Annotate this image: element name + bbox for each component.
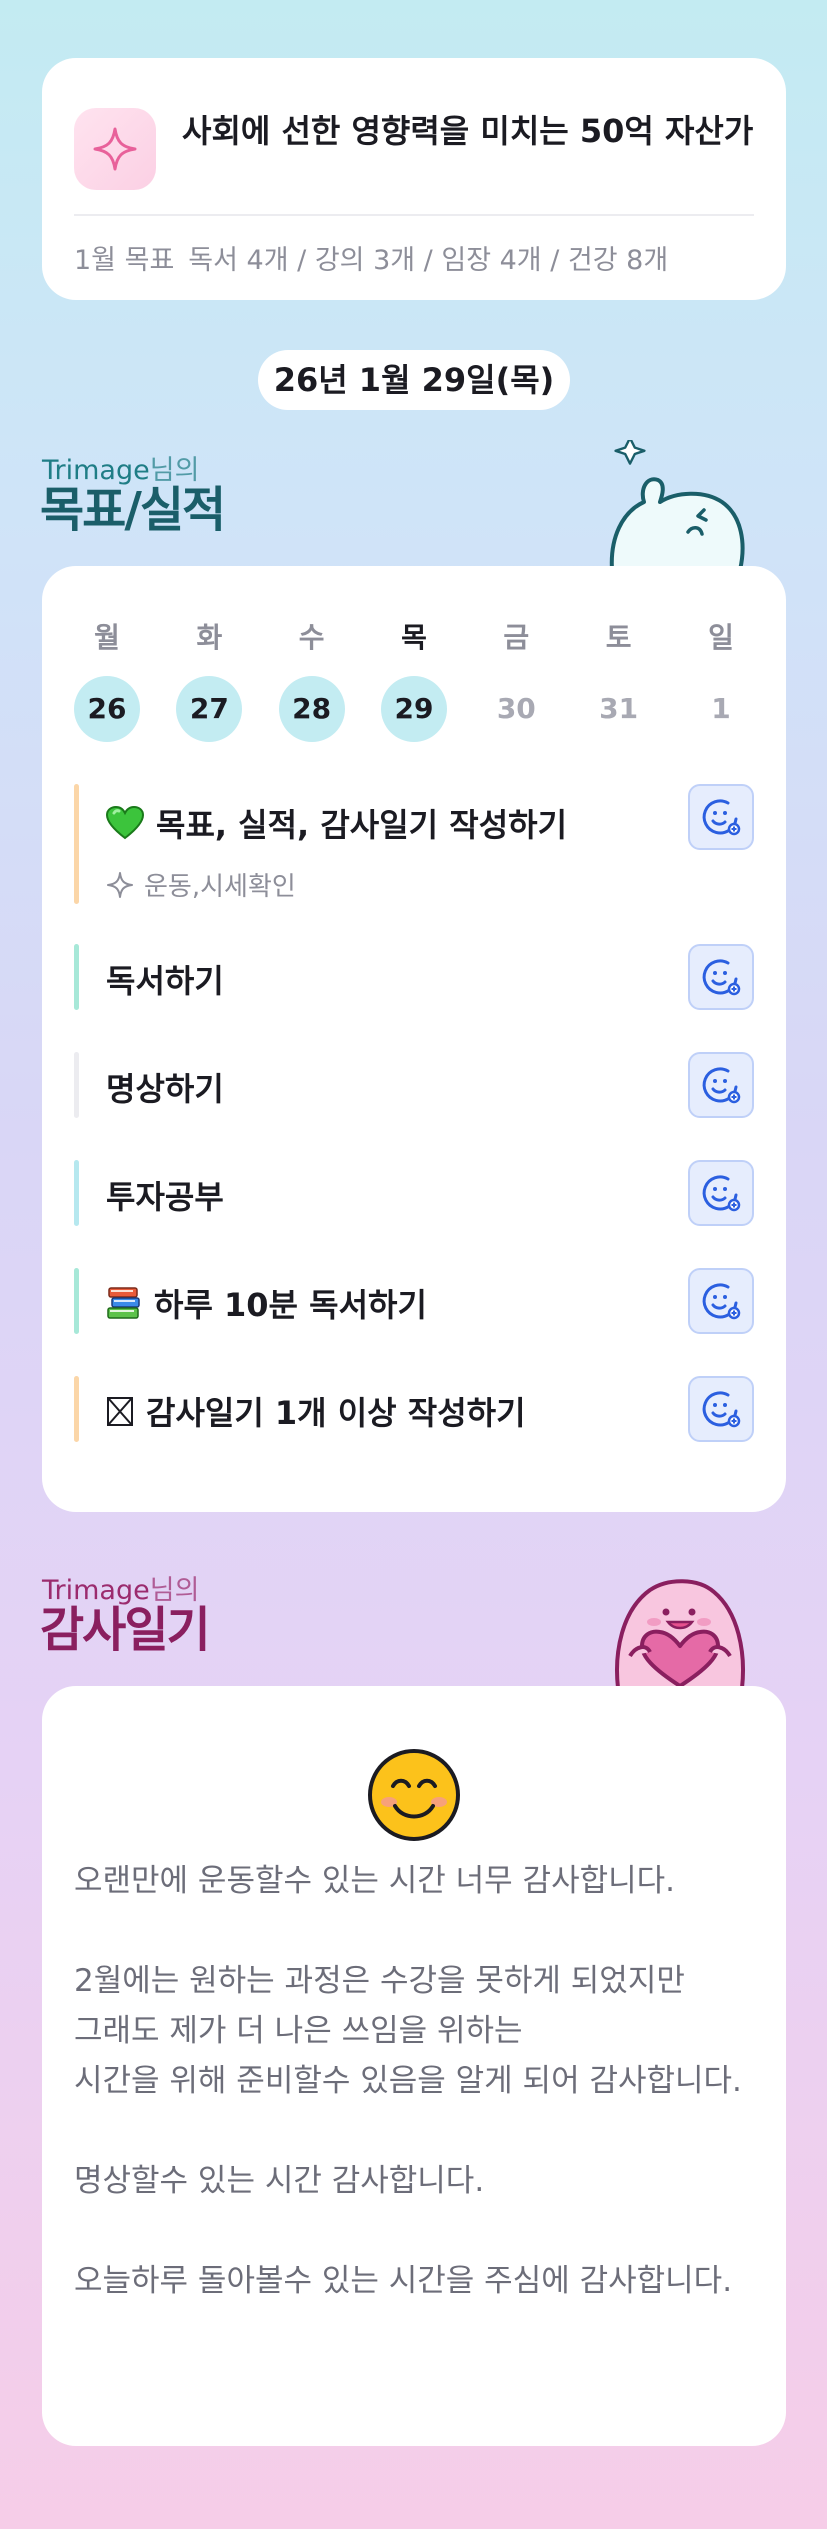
day-name: 화 [196, 621, 223, 654]
day-name: 수 [298, 621, 325, 654]
day-name: 일 [708, 621, 734, 654]
reaction-button[interactable] [688, 784, 754, 850]
day-mon[interactable]: 월 26 [74, 616, 140, 742]
date-selector[interactable]: 26년 1월 29일(목) [258, 350, 570, 410]
task-color-bar [74, 1052, 79, 1118]
day-wed[interactable]: 수 28 [278, 616, 345, 742]
day-thu[interactable]: 목 29 [380, 616, 447, 742]
smile-plus-icon [702, 799, 741, 836]
task-title: 하루 10분 독서하기 [106, 1280, 427, 1326]
day-sat[interactable]: 토 31 [586, 616, 652, 742]
green-heart-icon [106, 806, 144, 840]
day-name: 목 [401, 621, 427, 654]
day-date: 28 [278, 676, 345, 742]
task-title: 목표, 실적, 감사일기 작성하기 [106, 800, 567, 846]
task-note-text: 운동,시세확인 [144, 872, 296, 902]
day-name: 금 [503, 621, 530, 654]
reaction-button[interactable] [688, 1160, 754, 1226]
day-date: 1 [711, 692, 731, 725]
smile-plus-icon [702, 1067, 741, 1104]
task-item[interactable]: 독서하기 [74, 944, 754, 1010]
task-color-bar [74, 944, 79, 1010]
task-item[interactable]: 하루 10분 독서하기 [74, 1268, 754, 1334]
task-title: 감사일기 1개 이상 작성하기 [106, 1388, 526, 1434]
task-item[interactable]: 감사일기 1개 이상 작성하기 [74, 1376, 754, 1442]
ballot-box-x-icon [106, 1395, 134, 1427]
goal-title: 사회에 선한 영향력을 미치는 50억 자산가 [182, 112, 754, 150]
task-color-bar [74, 784, 79, 904]
task-label: 독서하기 [106, 962, 224, 1000]
smile-plus-icon [702, 959, 741, 996]
section-title-goals: 목표/실적 [40, 482, 226, 538]
gratitude-card: 오랜만에 운동할수 있는 시간 너무 감사합니다. 2월에는 원하는 과정은 수… [42, 1686, 786, 2446]
smile-plus-icon [702, 1175, 741, 1212]
day-sun[interactable]: 일 1 [688, 616, 754, 742]
month-label: 1월 목표 [74, 245, 175, 276]
reaction-button[interactable] [688, 1268, 754, 1334]
day-date: 30 [496, 692, 536, 725]
task-item[interactable]: 투자공부 [74, 1160, 754, 1226]
day-date: 26 [74, 676, 140, 742]
day-name: 토 [605, 621, 632, 654]
gratitude-paragraph: 2월에는 원하는 과정은 수강을 못하게 되었지만 그래도 제가 더 나은 쓰임… [74, 1963, 742, 2099]
task-label: 명상하기 [106, 1070, 224, 1108]
gratitude-paragraph: 오랜만에 운동할수 있는 시간 너무 감사합니다. [74, 1863, 676, 1899]
month-targets: 독서 4개 / 강의 3개 / 임장 4개 / 건강 8개 [188, 245, 669, 276]
books-icon [106, 1286, 142, 1320]
smile-plus-icon [702, 1283, 741, 1320]
mascot-waving-icon [609, 440, 745, 570]
task-item[interactable]: 명상하기 [74, 1052, 754, 1118]
goal-card[interactable]: 사회에 선한 영향력을 미치는 50억 자산가 1월 목표 독서 4개 / 강의 … [42, 58, 786, 300]
day-date: 29 [380, 676, 447, 742]
day-fri[interactable]: 금 30 [483, 616, 549, 742]
divider [74, 214, 754, 216]
reaction-button[interactable] [688, 944, 754, 1010]
reaction-button[interactable] [688, 1376, 754, 1442]
day-date: 27 [176, 676, 243, 742]
task-label: 감사일기 1개 이상 작성하기 [146, 1394, 526, 1432]
day-name: 월 [94, 621, 120, 654]
smile-plus-icon [702, 1391, 741, 1428]
section-title-gratitude: 감사일기 [40, 1602, 211, 1658]
task-label: 하루 10분 독서하기 [154, 1286, 427, 1324]
gratitude-paragraph: 명상할수 있는 시간 감사합니다. [74, 2163, 485, 2199]
day-tue[interactable]: 화 27 [176, 616, 243, 742]
week-calendar: 월 26 화 27 수 28 목 29 금 30 토 31 일 1 [74, 616, 754, 742]
smiling-face-icon [368, 1749, 460, 1841]
gratitude-paragraph: 오늘하루 돌아볼수 있는 시간을 주심에 감사합니다. [74, 2263, 733, 2299]
day-date: 31 [599, 692, 639, 725]
task-color-bar [74, 1376, 79, 1442]
task-item[interactable]: 목표, 실적, 감사일기 작성하기 운동,시세확인 [74, 784, 754, 904]
task-label: 목표, 실적, 감사일기 작성하기 [156, 806, 568, 844]
sparkle-icon [74, 108, 156, 190]
task-note: 운동,시세확인 [106, 866, 296, 903]
sparkle-small-icon [107, 871, 133, 898]
monthly-targets: 1월 목표 독서 4개 / 강의 3개 / 임장 4개 / 건강 8개 [74, 238, 668, 277]
reaction-button[interactable] [688, 1052, 754, 1118]
routine-card: 월 26 화 27 수 28 목 29 금 30 토 31 일 1 목표, 실적… [42, 566, 786, 1512]
mascot-heart-icon [615, 1579, 745, 1688]
gratitude-entry: 오랜만에 운동할수 있는 시간 너무 감사합니다. 2월에는 원하는 과정은 수… [74, 1856, 754, 2356]
task-label: 투자공부 [106, 1178, 224, 1216]
task-color-bar [74, 1268, 79, 1334]
task-color-bar [74, 1160, 79, 1226]
